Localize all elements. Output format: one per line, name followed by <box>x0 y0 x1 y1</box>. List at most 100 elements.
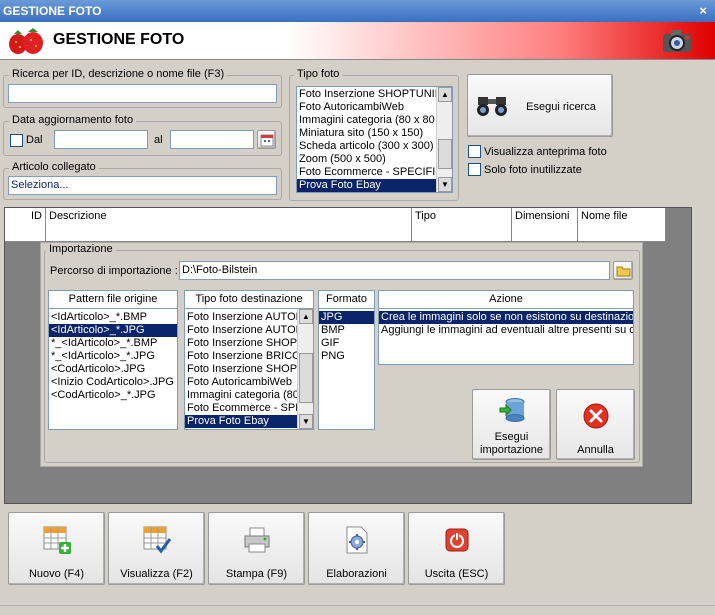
unused-checkbox[interactable] <box>468 163 481 176</box>
dest-type-item[interactable]: Immagini categoria (80 <box>185 389 297 402</box>
scroll-down-icon[interactable]: ▼ <box>299 414 313 429</box>
import-group-label: Importazione <box>46 243 116 255</box>
date-to-label: al <box>154 134 163 146</box>
pattern-item[interactable]: *_<IdArticolo>_*.JPG <box>49 350 177 363</box>
page-title: GESTIONE FOTO <box>53 31 185 48</box>
col-description[interactable]: Descrizione <box>46 208 412 225</box>
import-path-input[interactable]: D:\Foto-Bilstein <box>179 261 610 280</box>
dest-header: Tipo foto destinazione <box>184 290 314 308</box>
dest-type-item[interactable]: Foto Inserzione SHOPT <box>185 363 297 376</box>
format-item[interactable]: BMP <box>319 324 374 337</box>
photo-type-label: Tipo foto <box>294 68 343 80</box>
action-header: Azione <box>378 290 634 308</box>
run-import-label-1: Esegui <box>494 431 529 443</box>
pattern-list[interactable]: <IdArticolo>_*.BMP <IdArticolo>_*.JPG *_<I… <box>48 308 178 430</box>
database-import-icon <box>498 396 528 429</box>
new-button-label: Nuovo (F4) <box>28 568 85 580</box>
photo-type-item[interactable]: Scheda articolo (300 x 300) <box>297 140 436 153</box>
strawberry-logo-icon <box>6 26 46 59</box>
photo-type-item[interactable]: Zoom (500 x 500) <box>297 153 436 166</box>
folder-icon <box>616 264 631 281</box>
format-item[interactable]: JPG <box>319 311 374 324</box>
unused-label: Solo foto inutilizzate <box>484 164 582 176</box>
scroll-thumb[interactable] <box>438 139 452 169</box>
dest-type-item[interactable]: Foto Inserzione AUTOP <box>185 324 297 337</box>
camera-icon <box>661 28 693 57</box>
scroll-up-icon[interactable]: ▲ <box>299 309 313 324</box>
printer-icon <box>242 525 272 558</box>
search-button-label: Esegui ricerca <box>526 101 596 113</box>
action-item[interactable]: Aggiungi le immagini ad eventuali altre … <box>379 324 633 337</box>
format-item[interactable]: PNG <box>319 350 374 363</box>
photo-type-list[interactable]: Foto Inserzione SHOPTUNIN Foto Autoricamb… <box>296 86 453 193</box>
view-button-label: Visualizza (F2) <box>120 568 193 580</box>
photo-type-item[interactable]: Immagini categoria (80 x 80 <box>297 114 436 127</box>
search-button[interactable]: Esegui ricerca <box>467 74 613 137</box>
status-strip <box>0 605 715 615</box>
dest-type-item[interactable]: Foto AutoricambiWeb <box>185 376 297 389</box>
date-group-label: Data aggiornamento foto <box>9 114 137 126</box>
action-item[interactable]: Crea le immagini solo se non esistono su… <box>379 311 633 324</box>
binoculars-icon <box>476 95 508 120</box>
print-button[interactable]: Stampa (F9) <box>208 512 305 585</box>
article-select[interactable]: Seleziona... <box>8 176 277 195</box>
action-list[interactable]: Crea le immagini solo se non esistono su… <box>378 308 634 365</box>
view-grid-icon <box>142 525 172 558</box>
pattern-item[interactable]: *_<IdArticolo>_*.BMP <box>49 337 177 350</box>
dest-type-item[interactable]: Prova Foto Ebay <box>185 415 297 428</box>
dest-type-item[interactable]: Foto Ecommerce - SPEC <box>185 402 297 415</box>
preview-label: Visualizza anteprima foto <box>484 146 607 158</box>
photo-type-item[interactable]: Foto AutoricambiWeb <box>297 101 436 114</box>
header-banner: GESTIONE FOTO <box>0 22 715 60</box>
photo-type-item[interactable]: Miniatura sito (150 x 150) <box>297 127 436 140</box>
scroll-up-icon[interactable]: ▲ <box>438 87 452 102</box>
photo-type-scrollbar[interactable]: ▲ ▼ <box>436 87 452 192</box>
preview-checkbox[interactable] <box>468 145 481 158</box>
dest-type-item[interactable]: Foto Inserzione BRICO <box>185 350 297 363</box>
gear-document-icon <box>342 525 372 558</box>
pattern-item[interactable]: <CodArticolo>.JPG <box>49 363 177 376</box>
cancel-button[interactable]: Annulla <box>556 389 635 460</box>
photo-type-item[interactable]: Prova Foto Ebay <box>297 179 436 192</box>
table-row[interactable] <box>5 225 666 242</box>
calendar-button[interactable] <box>257 130 276 149</box>
close-icon[interactable]: × <box>699 3 707 18</box>
cancel-icon <box>582 402 610 433</box>
new-grid-icon <box>42 525 72 558</box>
dest-scrollbar[interactable]: ▲ ▼ <box>297 309 313 429</box>
process-button-label: Elaborazioni <box>326 568 387 580</box>
col-type[interactable]: Tipo <box>412 208 512 225</box>
exit-button[interactable]: Uscita (ESC) <box>408 512 505 585</box>
photo-type-item[interactable]: Foto Inserzione SHOPTUNIN <box>297 88 436 101</box>
date-from-checkbox[interactable] <box>10 134 23 147</box>
col-filename[interactable]: Nome file <box>578 208 666 225</box>
view-button[interactable]: Visualizza (F2) <box>108 512 205 585</box>
scroll-thumb[interactable] <box>299 353 313 403</box>
pattern-item[interactable]: <Inizio CodArticolo>.JPG <box>49 376 177 389</box>
window-title-bar: GESTIONE FOTO × <box>0 0 715 22</box>
date-from-label: Dal <box>26 134 43 146</box>
pattern-item[interactable]: <IdArticolo>_*.JPG <box>49 324 177 337</box>
process-button[interactable]: Elaborazioni <box>308 512 405 585</box>
date-from-field[interactable] <box>54 130 148 149</box>
col-id[interactable]: ID <box>5 208 46 225</box>
format-list[interactable]: JPG BMP GIF PNG <box>318 308 375 430</box>
search-input[interactable] <box>8 84 277 103</box>
import-path-label: Percorso di importazione : <box>50 265 178 277</box>
article-group-label: Articolo collegato <box>9 161 99 173</box>
dest-type-list[interactable]: Foto Inserzione AUTOP Foto Inserzione AUT… <box>184 308 314 430</box>
pattern-item[interactable]: <IdArticolo>_*.BMP <box>49 311 177 324</box>
scroll-down-icon[interactable]: ▼ <box>438 177 452 192</box>
dest-type-item[interactable]: Foto Inserzione AUTOP <box>185 311 297 324</box>
photo-type-item[interactable]: Foto Ecommerce - SPECIFIC <box>297 166 436 179</box>
col-dimensions[interactable]: Dimensioni <box>512 208 578 225</box>
date-to-field[interactable] <box>170 130 254 149</box>
dest-type-item[interactable]: Foto Inserzione SHOPT <box>185 337 297 350</box>
format-item[interactable]: GIF <box>319 337 374 350</box>
pattern-item[interactable]: <CodArticolo>_*.JPG <box>49 389 177 402</box>
run-import-button[interactable]: Esegui importazione <box>472 389 551 460</box>
format-header: Formato <box>318 290 375 308</box>
new-button[interactable]: Nuovo (F4) <box>8 512 105 585</box>
calendar-icon <box>260 133 274 150</box>
browse-folder-button[interactable] <box>613 261 633 280</box>
